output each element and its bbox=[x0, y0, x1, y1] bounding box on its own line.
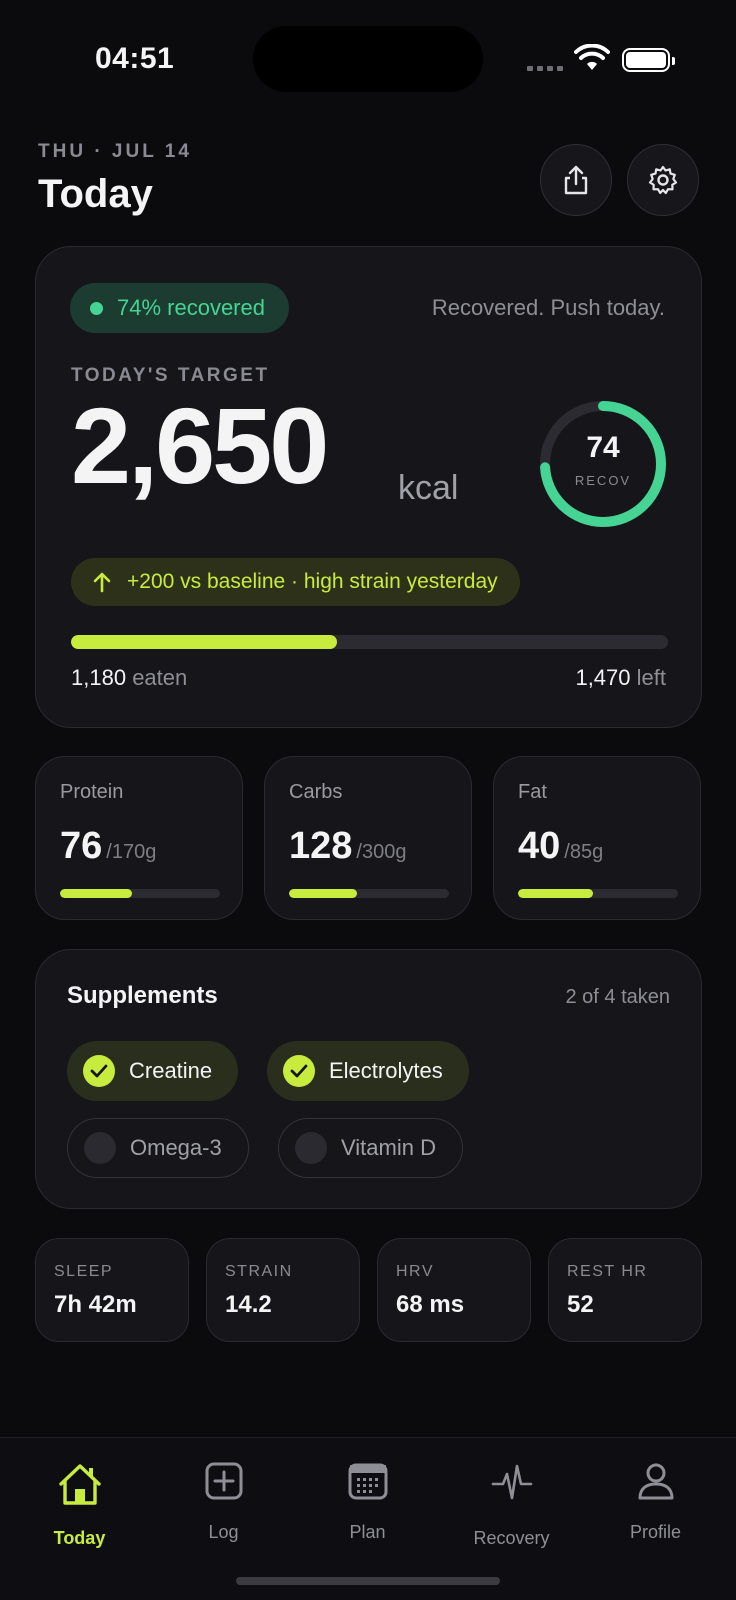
macro-progress-bar bbox=[518, 889, 678, 898]
recovery-ring-label: RECOV bbox=[574, 473, 632, 488]
stat-tile-hrv[interactable]: HRV 68 ms bbox=[377, 1238, 531, 1342]
macro-value: 76 bbox=[60, 825, 103, 867]
cellular-signal-icon bbox=[527, 66, 563, 71]
macro-name: Carbs bbox=[289, 781, 343, 803]
stat-label: SLEEP bbox=[54, 1263, 114, 1280]
eaten-value: 1,180 bbox=[71, 665, 127, 690]
empty-circle-icon bbox=[295, 1132, 327, 1164]
recovery-status-pill: 74% recovered bbox=[70, 283, 289, 333]
check-icon bbox=[283, 1055, 315, 1087]
remaining-value: 1,470 bbox=[575, 665, 631, 690]
macro-name: Fat bbox=[518, 781, 547, 803]
macro-progress-fill bbox=[518, 889, 594, 898]
empty-circle-icon bbox=[84, 1132, 116, 1164]
calorie-target-card[interactable]: 74% recovered Recovered. Push today. TOD… bbox=[35, 246, 702, 728]
macro-progress-bar bbox=[60, 889, 220, 898]
macro-card-carbs[interactable]: Carbs 128/300g bbox=[264, 756, 472, 920]
baseline-delta-pill: +200 vs baseline · high strain yesterday bbox=[71, 558, 520, 606]
macro-name: Protein bbox=[60, 781, 124, 803]
status-bar: 04:51 bbox=[0, 0, 736, 120]
macro-value: 128 bbox=[289, 825, 353, 867]
supplement-chip-vitamin-d[interactable]: Vitamin D bbox=[278, 1118, 463, 1178]
home-indicator[interactable] bbox=[236, 1577, 500, 1585]
tab-label: Today bbox=[53, 1528, 106, 1548]
calorie-target-value: 2,650 bbox=[71, 385, 329, 506]
battery-icon bbox=[622, 48, 675, 72]
tab-profile[interactable]: Profile bbox=[582, 1438, 729, 1558]
calendar-icon bbox=[348, 1463, 387, 1500]
supplement-label: Electrolytes bbox=[329, 1058, 443, 1083]
tab-plan[interactable]: Plan bbox=[294, 1438, 441, 1558]
recovery-ring-value: 74 bbox=[586, 431, 620, 464]
supplement-label: Vitamin D bbox=[341, 1135, 436, 1160]
target-label: TODAY'S TARGET bbox=[71, 365, 270, 386]
tab-log[interactable]: Log bbox=[150, 1438, 297, 1558]
arrow-up-icon bbox=[93, 572, 111, 593]
home-icon bbox=[58, 1464, 101, 1505]
calorie-unit: kcal bbox=[398, 469, 459, 507]
dynamic-island bbox=[253, 26, 483, 92]
pulse-icon bbox=[491, 1464, 532, 1500]
stat-tile-strain[interactable]: STRAIN 14.2 bbox=[206, 1238, 360, 1342]
supplements-card: Supplements 2 of 4 taken Creatine Electr… bbox=[35, 949, 702, 1209]
supplements-title: Supplements bbox=[67, 982, 218, 1009]
stat-value: 52 bbox=[567, 1291, 594, 1318]
supplement-chip-electrolytes[interactable]: Electrolytes bbox=[267, 1041, 469, 1101]
eaten-label: eaten bbox=[132, 665, 188, 690]
stat-label: HRV bbox=[396, 1263, 434, 1280]
remaining-summary: 1,470 left bbox=[575, 665, 666, 691]
page-title: Today bbox=[38, 172, 153, 216]
tab-bar: Today Log Plan Recovery Profile bbox=[0, 1437, 736, 1600]
calorie-progress-bar bbox=[71, 635, 668, 649]
macro-progress-fill bbox=[289, 889, 358, 898]
baseline-delta-text: +200 vs baseline · high strain yesterday bbox=[127, 570, 498, 593]
supplement-chip-creatine[interactable]: Creatine bbox=[67, 1041, 239, 1101]
supplement-chip-omega-3[interactable]: Omega-3 bbox=[67, 1118, 249, 1178]
calorie-progress-fill bbox=[71, 635, 337, 649]
tab-label: Profile bbox=[629, 1522, 682, 1542]
supplement-label: Omega-3 bbox=[130, 1135, 222, 1160]
stat-value: 7h 42m bbox=[54, 1291, 137, 1318]
macro-goal: /300g bbox=[356, 841, 407, 863]
recovery-note: Recovered. Push today. bbox=[431, 295, 665, 320]
macro-value: 40 bbox=[518, 825, 561, 867]
recovery-dot-icon bbox=[90, 301, 103, 315]
macro-progress-bar bbox=[289, 889, 449, 898]
supplement-label: Creatine bbox=[129, 1058, 213, 1083]
stat-tile-sleep[interactable]: SLEEP 7h 42m bbox=[35, 1238, 189, 1342]
status-time: 04:51 bbox=[95, 42, 175, 75]
plus-square-icon bbox=[205, 1462, 242, 1500]
date-label: THU · JUL 14 bbox=[38, 141, 192, 162]
stat-tile-rest-hr[interactable]: REST HR 52 bbox=[548, 1238, 702, 1342]
share-icon bbox=[564, 165, 588, 195]
remaining-label: left bbox=[636, 665, 666, 690]
tab-today[interactable]: Today bbox=[6, 1438, 153, 1558]
gear-icon bbox=[648, 165, 678, 195]
stat-label: REST HR bbox=[567, 1263, 648, 1280]
stat-value: 68 ms bbox=[396, 1291, 465, 1318]
macro-progress-fill bbox=[60, 889, 132, 898]
stat-value: 14.2 bbox=[225, 1291, 272, 1318]
tab-label: Recovery bbox=[473, 1528, 550, 1548]
check-icon bbox=[83, 1055, 115, 1087]
tab-label: Plan bbox=[349, 1522, 386, 1542]
wifi-icon bbox=[574, 44, 610, 70]
stat-label: STRAIN bbox=[225, 1263, 293, 1280]
supplements-count: 2 of 4 taken bbox=[565, 986, 670, 1008]
macro-card-protein[interactable]: Protein 76/170g bbox=[35, 756, 243, 920]
tab-label: Log bbox=[208, 1522, 239, 1542]
macro-goal: /170g bbox=[106, 841, 157, 863]
tab-recovery[interactable]: Recovery bbox=[438, 1438, 585, 1558]
recovery-pill-text: 74% recovered bbox=[117, 295, 265, 320]
macro-card-fat[interactable]: Fat 40/85g bbox=[493, 756, 701, 920]
eaten-summary: 1,180 eaten bbox=[71, 665, 187, 691]
person-icon bbox=[638, 1463, 673, 1500]
settings-button[interactable] bbox=[627, 144, 699, 216]
macro-goal: /85g bbox=[564, 841, 604, 863]
share-button[interactable] bbox=[540, 144, 612, 216]
